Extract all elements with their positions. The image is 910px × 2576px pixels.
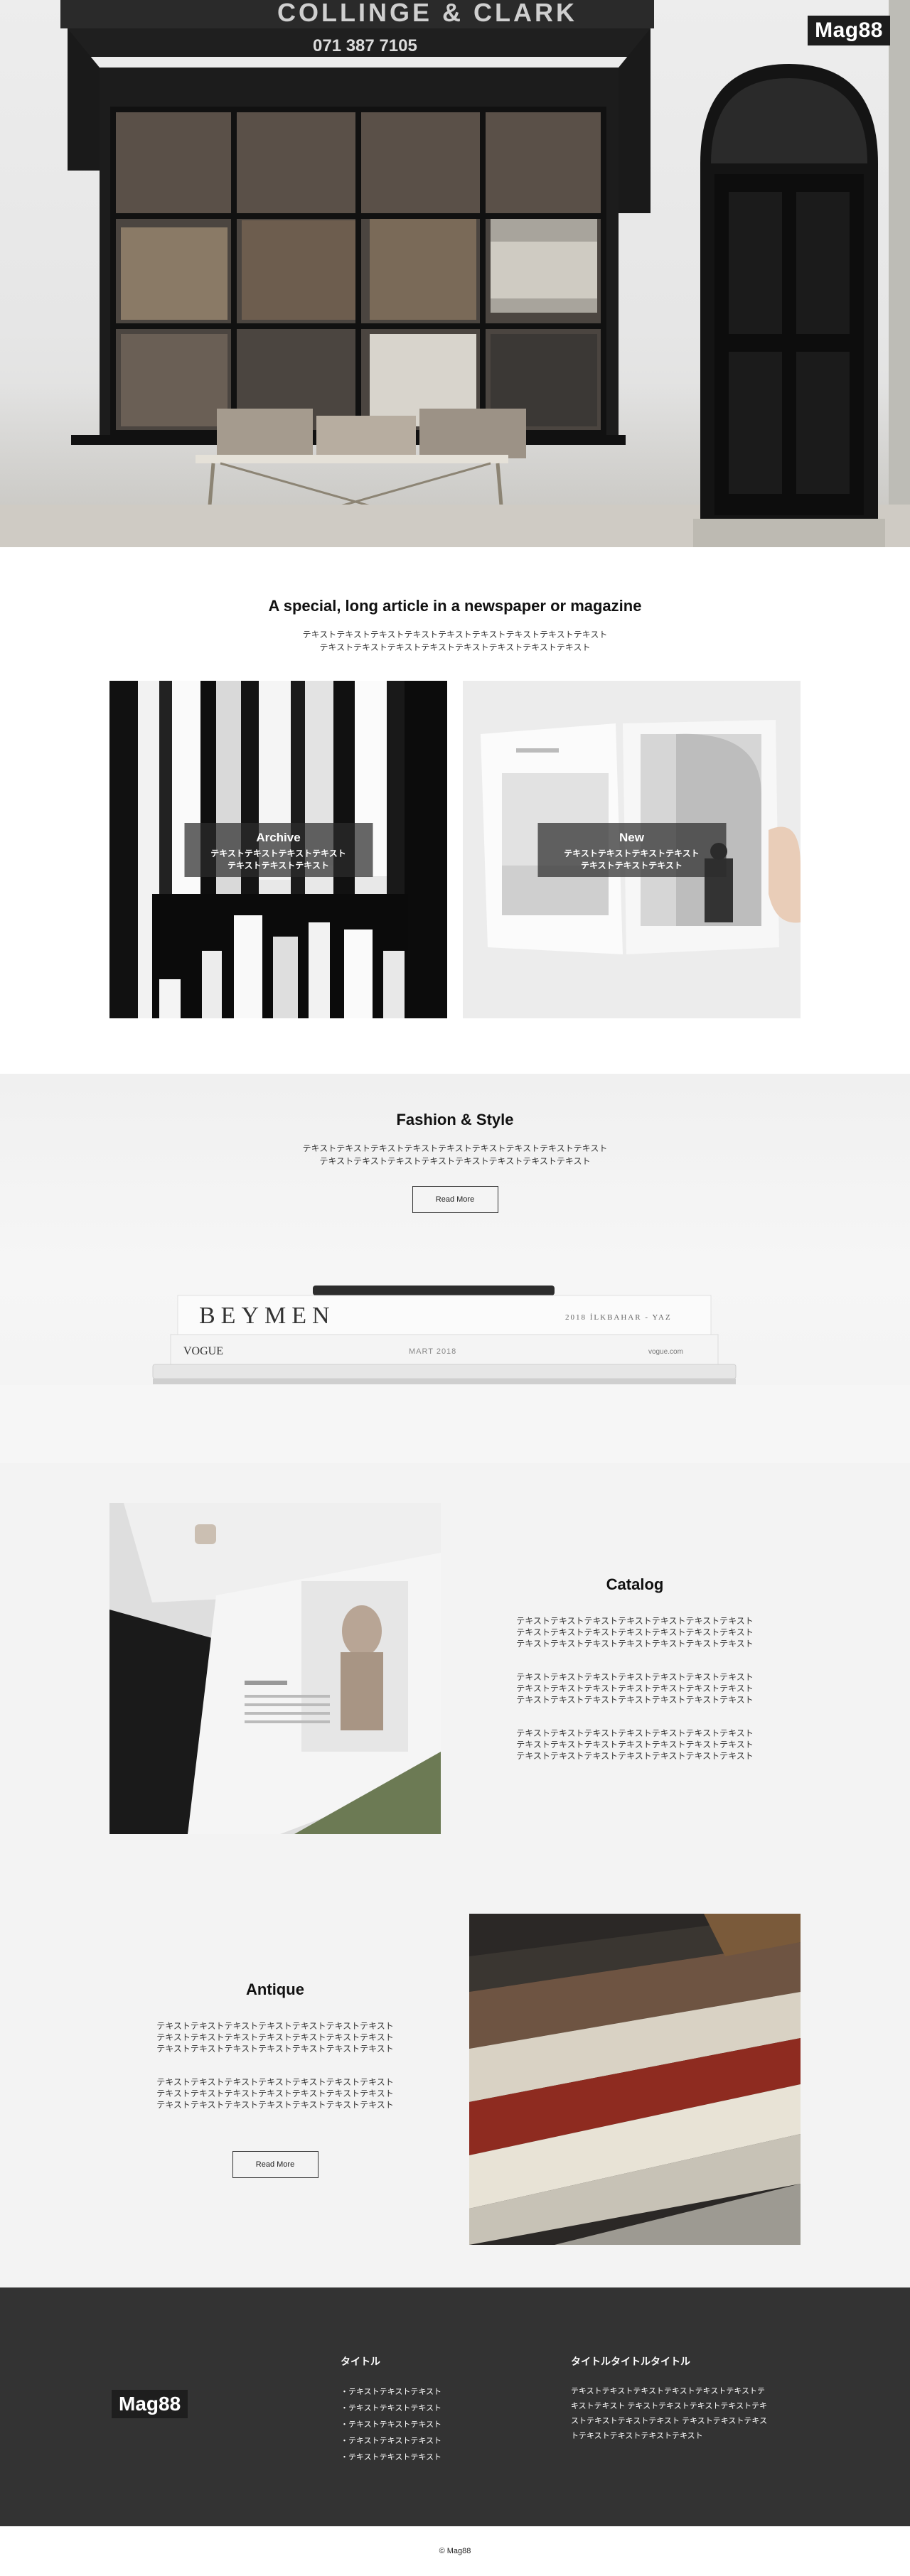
card-desc-line: テキストテキストテキストテキスト xyxy=(564,848,700,858)
footer-link[interactable]: ・テキストテキストテキスト xyxy=(341,2400,441,2417)
fashion-read-more-button[interactable]: Read More xyxy=(412,1186,498,1213)
text-line: テキストテキストテキストテキストテキストテキストテキスト xyxy=(516,1683,754,1693)
intro-desc-line: テキストテキストテキストテキストテキストテキストテキストテキスト xyxy=(319,642,591,652)
hero-shopfront-image: COLLINGE & CLARK 071 387 7105 071 387 71… xyxy=(0,0,910,547)
magazine-bottom-url: vogue.com xyxy=(648,1348,683,1356)
card-archive-overlay: Archive テキストテキストテキストテキスト テキストテキストテキスト xyxy=(184,822,373,877)
catalog-text: Catalog テキストテキストテキストテキストテキストテキストテキスト テキス… xyxy=(469,1575,801,1762)
card-new-desc: テキストテキストテキストテキスト テキストテキストテキスト xyxy=(537,848,726,872)
catalog-image xyxy=(109,1503,441,1834)
content-section: Catalog テキストテキストテキストテキストテキストテキストテキスト テキス… xyxy=(0,1463,910,2287)
intro-desc-line: テキストテキストテキストテキストテキストテキストテキストテキストテキスト xyxy=(302,630,608,640)
text-line: テキストテキストテキストテキストテキストテキストテキスト xyxy=(516,1638,754,1649)
intro-description: テキストテキストテキストテキストテキストテキストテキストテキストテキスト テキス… xyxy=(0,628,910,654)
text-line: ストテキストテキストテキスト テキストテキストテキス xyxy=(571,2417,768,2425)
antique-title: Antique xyxy=(246,1980,304,1998)
footer-column-1: タイトル ・テキストテキストテキスト ・テキストテキストテキスト ・テキストテキ… xyxy=(341,2354,441,2466)
footer-link[interactable]: ・テキストテキストテキスト xyxy=(341,2433,441,2450)
card-desc-line: テキストテキストテキストテキスト xyxy=(210,848,346,858)
magazine-stack-image: BEYMEN 2018 İLKBAHAR - YAZ VOGUE MART 20… xyxy=(0,1286,910,1463)
text-line: テキストテキストテキストテキストテキストテキストテキスト xyxy=(156,2077,394,2087)
text-line: テキストテキストテキストテキストテキストテキストテキスト xyxy=(516,1671,754,1682)
antique-books-image xyxy=(469,1914,801,2245)
fashion-description: テキストテキストテキストテキストテキストテキストテキストテキストテキスト テキス… xyxy=(0,1142,910,1168)
card-desc-line: テキストテキストテキスト xyxy=(581,860,682,871)
text-line: テキストテキストテキストテキストテキストテキストテキスト xyxy=(516,1750,754,1761)
svg-text:071 387 7105: 071 387 7105 xyxy=(313,36,417,55)
fashion-section: Fashion & Style テキストテキストテキストテキストテキストテキスト… xyxy=(0,1074,910,1463)
footer-logo[interactable]: Mag88 xyxy=(112,2390,188,2418)
footer-link[interactable]: ・テキストテキストテキスト xyxy=(341,2417,441,2433)
antique-read-more-button[interactable]: Read More xyxy=(232,2151,318,2178)
footer-col2-text: テキストテキストテキストテキストテキストテキストテ キストテキスト テキストテキ… xyxy=(571,2384,805,2444)
fashion-title: Fashion & Style xyxy=(396,1111,514,1128)
fashion-desc-line: テキストテキストテキストテキストテキストテキストテキストテキスト xyxy=(319,1156,591,1166)
antique-paragraph: テキストテキストテキストテキストテキストテキストテキスト テキストテキストテキス… xyxy=(156,2020,393,2054)
footer-column-2: タイトルタイトルタイトル テキストテキストテキストテキストテキストテキストテ キ… xyxy=(571,2354,805,2444)
text-line: テキストテキストテキストテキストテキストテキストテキスト xyxy=(516,1739,754,1750)
intro-section: A special, long article in a newspaper o… xyxy=(0,547,910,1018)
catalog-paragraphs: テキストテキストテキストテキストテキストテキストテキスト テキストテキストテキス… xyxy=(469,1594,801,1762)
magazine-top-title: BEYMEN xyxy=(199,1303,336,1329)
antique-image-wrap xyxy=(469,1914,801,2245)
text-line: テキストテキストテキストテキストテキストテキストテキスト xyxy=(156,2100,394,2110)
catalog-title: Catalog xyxy=(606,1575,664,1593)
text-line: テキストテキストテキストテキストテキストテキストテキスト xyxy=(516,1728,754,1738)
footer-link-list: ・テキストテキストテキスト ・テキストテキストテキスト ・テキストテキストテキス… xyxy=(341,2384,441,2466)
antique-text: Antique テキストテキストテキストテキストテキストテキストテキスト テキス… xyxy=(109,1980,441,2178)
text-line: テキストテキストテキストテキストテキストテキストテキスト xyxy=(516,1627,754,1637)
antique-paragraph: テキストテキストテキストテキストテキストテキストテキスト テキストテキストテキス… xyxy=(156,2076,393,2111)
text-line: テキストテキストテキストテキストテキストテキストテキスト xyxy=(516,1694,754,1705)
text-line: テキストテキストテキストテキストテキストテキストテキスト xyxy=(516,1615,754,1626)
svg-text:COLLINGE & CLARK: COLLINGE & CLARK xyxy=(277,0,577,27)
card-archive-desc: テキストテキストテキストテキスト テキストテキストテキスト xyxy=(184,848,373,872)
catalog-paragraph: テキストテキストテキストテキストテキストテキストテキスト テキストテキストテキス… xyxy=(516,1615,753,1649)
catalog-row: Catalog テキストテキストテキストテキストテキストテキストテキスト テキス… xyxy=(109,1503,801,1834)
fashion-desc-line: テキストテキストテキストテキストテキストテキストテキストテキストテキスト xyxy=(302,1143,608,1153)
text-line: テキストテキストテキストテキストテキストテキストテキスト xyxy=(156,2044,394,2054)
card-new-title: New xyxy=(619,830,644,844)
text-line: テキストテキストテキストテキストテキストテキストテキスト xyxy=(156,2089,394,2098)
hero-section: COLLINGE & CLARK 071 387 7105 071 387 71… xyxy=(0,0,910,547)
text-line: テキストテキストテキストテキストテキストテキストテ xyxy=(571,2387,766,2396)
footer-link[interactable]: ・テキストテキストテキスト xyxy=(341,2384,441,2400)
antique-paragraphs: テキストテキストテキストテキストテキストテキストテキスト テキストテキストテキス… xyxy=(109,1999,441,2111)
copyright: © Mag88 xyxy=(0,2526,910,2576)
antique-row: Antique テキストテキストテキストテキストテキストテキストテキスト テキス… xyxy=(109,1914,801,2245)
footer-col1-title: タイトル xyxy=(341,2356,380,2367)
site-footer: Mag88 タイトル ・テキストテキストテキスト ・テキストテキストテキスト ・… xyxy=(0,2287,910,2526)
card-desc-line: テキストテキストテキスト xyxy=(228,860,329,871)
magazine-bottom-title: VOGUE xyxy=(183,1345,223,1357)
intro-title: A special, long article in a newspaper o… xyxy=(268,597,642,615)
card-archive[interactable]: Archive テキストテキストテキストテキスト テキストテキストテキスト xyxy=(109,681,447,1018)
text-line: キストテキスト テキストテキストテキストテキストテキ xyxy=(571,2402,768,2410)
catalog-paragraph: テキストテキストテキストテキストテキストテキストテキスト テキストテキストテキス… xyxy=(516,1728,753,1762)
catalog-image-wrap xyxy=(109,1503,441,1834)
card-new-overlay: New テキストテキストテキストテキスト テキストテキストテキスト xyxy=(537,822,726,877)
footer-link[interactable]: ・テキストテキストテキスト xyxy=(341,2450,441,2466)
magazine-top-season: 2018 İLKBAHAR - YAZ xyxy=(565,1313,672,1322)
text-line: テキストテキストテキストテキストテキストテキストテキスト xyxy=(156,2032,394,2042)
text-line: トテキストテキストテキストテキスト xyxy=(571,2432,703,2440)
text-line: テキストテキストテキストテキストテキストテキストテキスト xyxy=(156,2021,394,2031)
feature-cards: Archive テキストテキストテキストテキスト テキストテキストテキスト Ne… xyxy=(109,681,801,1018)
catalog-paragraph: テキストテキストテキストテキストテキストテキストテキスト テキストテキストテキス… xyxy=(516,1671,753,1705)
magazine-bottom-issue: MART 2018 xyxy=(409,1347,456,1356)
footer-col2-title: タイトルタイトルタイトル xyxy=(571,2356,690,2367)
card-new[interactable]: New テキストテキストテキストテキスト テキストテキストテキスト xyxy=(463,681,801,1018)
card-archive-title: Archive xyxy=(256,830,301,844)
hero-logo[interactable]: Mag88 xyxy=(808,16,890,45)
